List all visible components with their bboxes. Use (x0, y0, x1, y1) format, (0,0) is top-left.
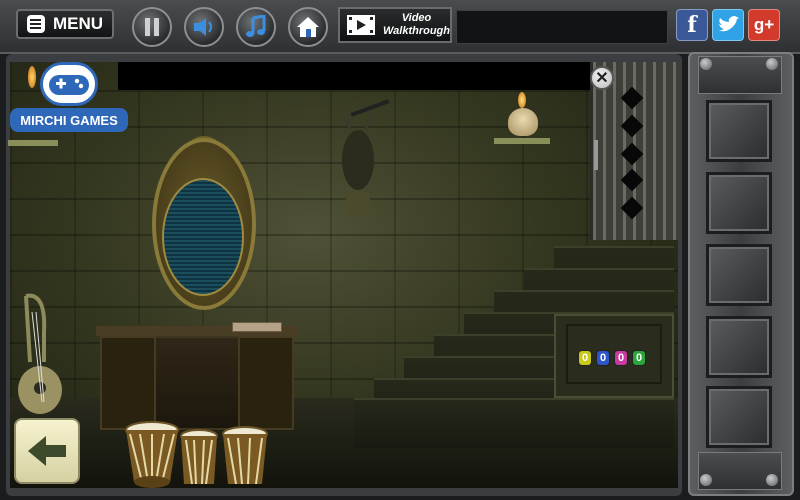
bolt (766, 474, 778, 486)
gamepad-shape (49, 75, 89, 95)
left-arrow-icon (28, 436, 66, 466)
music-note-icon (246, 15, 266, 37)
bolt (700, 58, 712, 70)
menu-label: MENU (52, 14, 104, 33)
home-icon (297, 17, 319, 37)
tabla-drum-large[interactable] (124, 420, 180, 490)
code-digit-1[interactable]: 0 (578, 350, 592, 366)
close-button[interactable]: ✕ (590, 66, 614, 90)
gamepad-icon (40, 62, 98, 106)
video-label-line2: Walkthrough (382, 25, 450, 37)
home-button[interactable] (288, 7, 328, 47)
speaker-icon (194, 18, 212, 36)
back-button[interactable] (14, 418, 80, 484)
code-digit-2[interactable]: 0 (596, 350, 610, 366)
inventory-slot-2[interactable] (706, 172, 772, 234)
candle-flame-skull (518, 92, 526, 108)
sound-button[interactable] (184, 7, 224, 47)
inventory-slot-1[interactable] (706, 100, 772, 162)
code-digit-3[interactable]: 0 (614, 350, 628, 366)
desk-right-drawer[interactable] (238, 336, 294, 430)
music-button[interactable] (236, 7, 276, 47)
pause-icon (145, 18, 159, 36)
message-bar (456, 10, 668, 44)
close-icon: ✕ (595, 70, 609, 87)
candle-flame-left (28, 66, 36, 88)
bolt (700, 474, 712, 486)
inventory-slot-4[interactable] (706, 316, 772, 378)
book-object[interactable] (232, 322, 282, 332)
desk-left-drawer[interactable] (100, 336, 156, 430)
harp-guitar[interactable] (14, 292, 70, 416)
video-walkthrough-button[interactable]: Video Walkthrough (338, 7, 452, 43)
tabla-drum-right[interactable] (220, 424, 270, 490)
top-toolbar: MENU Video Walkthrough f g+ (0, 0, 800, 54)
film-strip-icon (347, 15, 375, 35)
bolt (766, 58, 778, 70)
facebook-button[interactable]: f (676, 9, 708, 41)
left-shelf (8, 140, 58, 146)
menu-button[interactable]: MENU (16, 9, 114, 39)
facebook-icon: f (687, 12, 697, 38)
inventory-slot-5[interactable] (706, 386, 772, 448)
logo-text: MIRCHI GAMES (10, 108, 128, 132)
tabla-drum-small[interactable] (178, 428, 220, 490)
google-plus-icon: g+ (753, 15, 775, 34)
pause-button[interactable] (132, 7, 172, 47)
hamburger-icon (26, 15, 45, 33)
twitter-bird-icon (718, 16, 739, 32)
video-label-line1: Video (401, 12, 432, 24)
twitter-button[interactable] (712, 9, 744, 41)
skull-object[interactable] (508, 108, 538, 136)
skull-shelf[interactable] (494, 138, 550, 144)
door-handle[interactable] (594, 140, 598, 170)
code-digit-4[interactable]: 0 (632, 350, 646, 366)
google-plus-button[interactable]: g+ (748, 9, 780, 41)
top-black-strip (118, 62, 598, 90)
mirror-glass[interactable] (162, 178, 244, 296)
inventory-slot-3[interactable] (706, 244, 772, 306)
stair-step (354, 398, 674, 448)
video-walkthrough-label: Video Walkthrough (383, 12, 450, 38)
deer-head-trophy[interactable] (336, 110, 380, 220)
